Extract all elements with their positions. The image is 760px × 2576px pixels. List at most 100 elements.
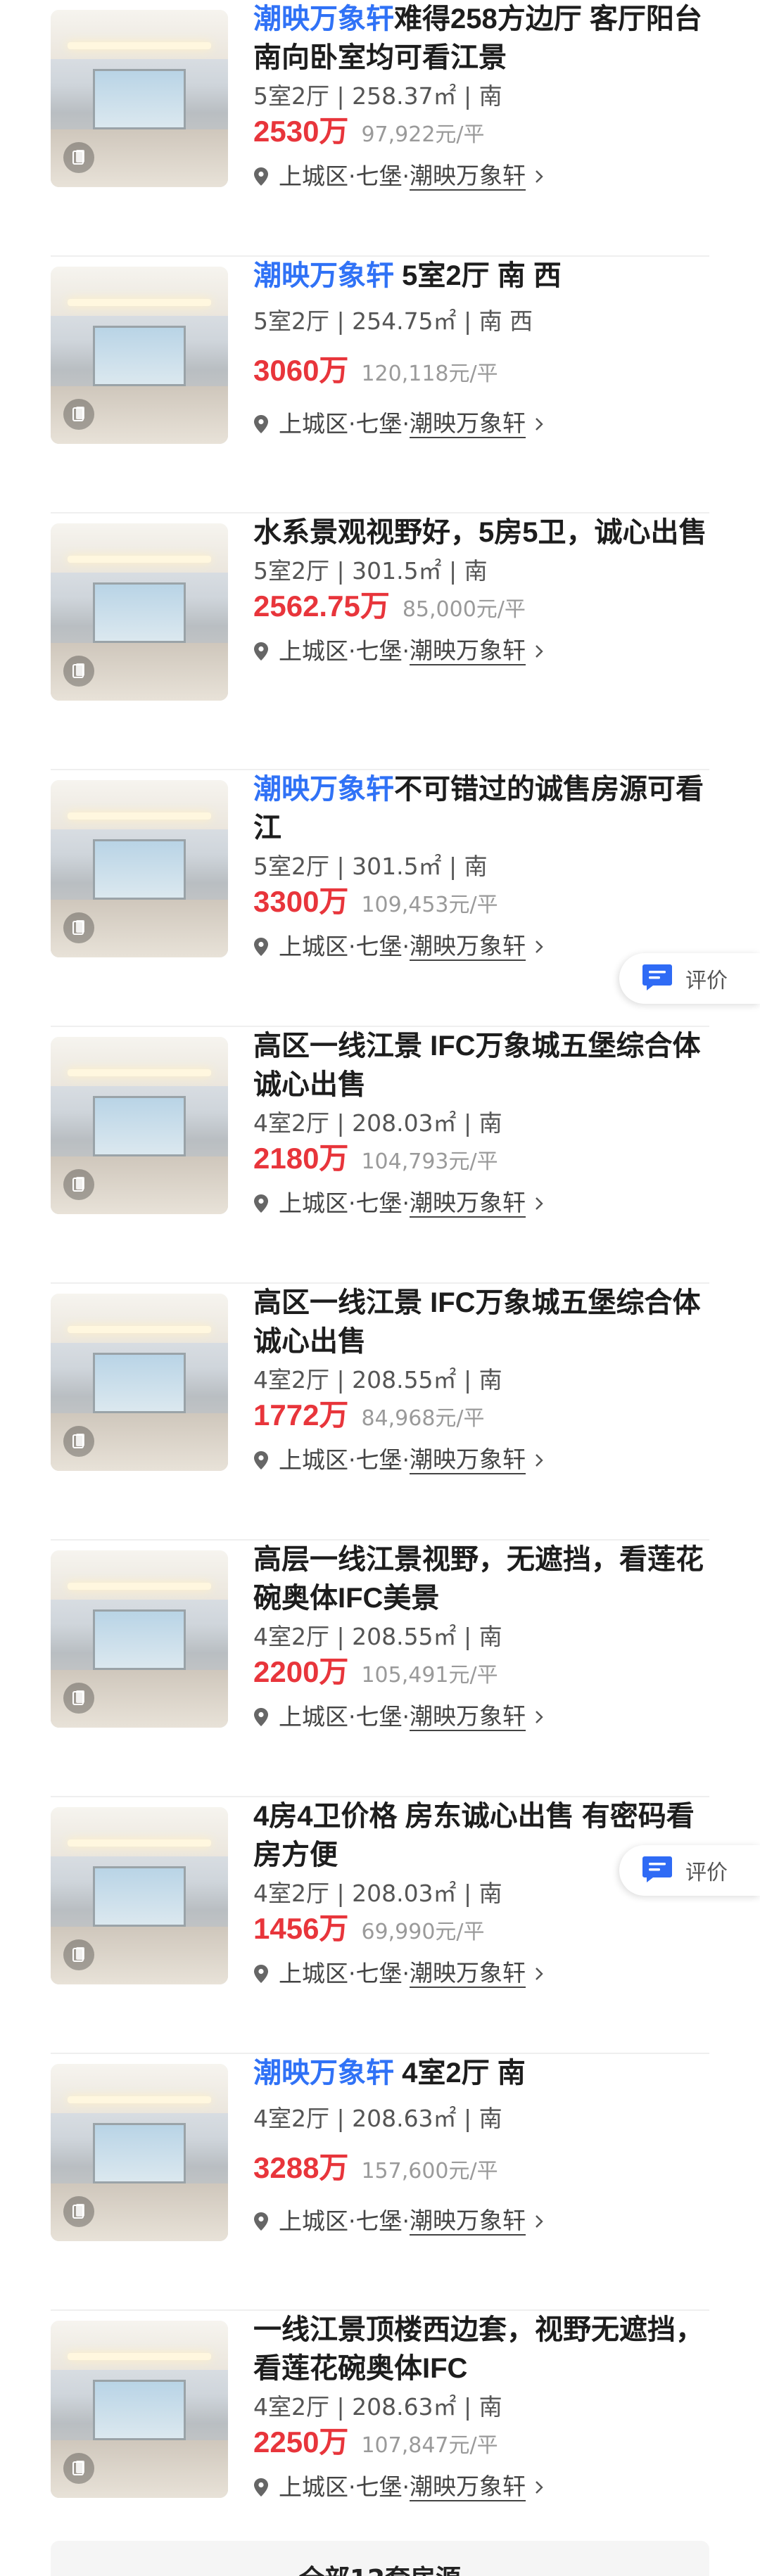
vr-tour-icon <box>63 1939 94 1970</box>
district: 上城区·七堡· <box>279 933 410 960</box>
location-pin-icon <box>253 937 269 957</box>
unit-price: 109,453元/平 <box>361 893 498 917</box>
title-text: 4室2厅 南 <box>394 2058 526 2089</box>
listing-specs: 5室2厅 | 258.37㎡ | 南 <box>253 82 502 110</box>
listing-specs: 4室2厅 | 208.03㎡ | 南 <box>253 1109 502 1137</box>
listing-card[interactable]: 潮映万象轩 5室2厅 南 西 5室2厅 | 254.75㎡ | 南 西 3060… <box>51 257 709 514</box>
location-pin-icon <box>253 1964 269 1984</box>
listing-title[interactable]: 水系景观视野好，5房5卫，诚心出售 <box>253 514 709 552</box>
community-link[interactable]: 潮映万象轩 <box>409 637 526 665</box>
listing-card[interactable]: 潮映万象轩不可错过的诚售房源可看江 5室2厅 | 301.5㎡ | 南 3300… <box>51 770 709 1027</box>
district: 上城区·七堡· <box>279 2207 410 2235</box>
listing-card[interactable]: 高层一线江景视野，无遮挡，看莲花碗奥体IFC美景 4室2厅 | 208.55㎡ … <box>51 1541 709 1797</box>
comment-icon <box>642 963 673 994</box>
district: 上城区·七堡· <box>279 162 410 190</box>
title-text: 5室2厅 南 西 <box>394 260 562 291</box>
chevron-right-icon <box>534 169 544 184</box>
vr-tour-icon <box>63 2453 94 2484</box>
listing-photo[interactable] <box>51 1550 228 1728</box>
vr-tour-icon <box>63 1683 94 1714</box>
listing-card[interactable]: 高区一线江景 IFC万象城五堡综合体 诚心出售 4室2厅 | 208.03㎡ |… <box>51 1027 709 1284</box>
listing-card[interactable]: 潮映万象轩 4室2厅 南 4室2厅 | 208.63㎡ | 南 3288万 157… <box>51 2054 709 2311</box>
total-price: 2250万 <box>253 2425 349 2459</box>
listing-photo[interactable] <box>51 267 228 444</box>
listing-title[interactable]: 高区一线江景 IFC万象城五堡综合体 诚心出售 <box>253 1027 709 1104</box>
title-text: 一线江景顶楼西边套，视野无遮挡，看莲花碗奥体IFC <box>253 2314 704 2384</box>
location-pin-icon <box>253 414 269 434</box>
listing-card[interactable]: 一线江景顶楼西边套，视野无遮挡，看莲花碗奥体IFC 4室2厅 | 208.63㎡… <box>51 2311 709 2536</box>
total-price: 2562.75万 <box>253 589 390 623</box>
comment-icon <box>642 1855 673 1886</box>
review-button[interactable]: 评价 <box>619 1845 760 1896</box>
location-pin-icon <box>253 2212 269 2231</box>
community-link[interactable]: 潮映万象轩 <box>409 2473 526 2501</box>
listing-title[interactable]: 潮映万象轩 5室2厅 南 西 <box>253 257 709 295</box>
title-text: 高层一线江景视野，无遮挡，看莲花碗奥体IFC美景 <box>253 1544 704 1614</box>
listing-photo[interactable] <box>51 780 228 957</box>
listing-card[interactable]: 4房4卫价格 房东诚心出售 有密码看房方便 4室2厅 | 208.03㎡ | 南… <box>51 1797 709 2054</box>
listing-card[interactable]: 水系景观视野好，5房5卫，诚心出售 5室2厅 | 301.5㎡ | 南 2562… <box>51 514 709 770</box>
chevron-right-icon <box>534 939 544 955</box>
review-button-label: 评价 <box>685 1861 728 1885</box>
chevron-right-icon <box>534 2214 544 2229</box>
vr-tour-icon <box>63 912 94 943</box>
location-row[interactable]: 上城区·七堡· 潮映万象轩 <box>253 635 709 668</box>
vr-tour-icon <box>63 2196 94 2227</box>
vr-tour-icon <box>63 142 94 173</box>
district: 上城区·七堡· <box>279 1190 410 1217</box>
chevron-right-icon <box>534 644 544 659</box>
location-row[interactable]: 上城区·七堡· 潮映万象轩 <box>253 1957 709 1991</box>
listing-specs: 4室2厅 | 208.55㎡ | 南 <box>253 1366 502 1394</box>
community-link[interactable]: 潮映万象轩 <box>409 1703 526 1731</box>
unit-price: 120,118元/平 <box>361 362 498 386</box>
review-button[interactable]: 评价 <box>619 953 760 1004</box>
community-link[interactable]: 潮映万象轩 <box>409 1446 526 1474</box>
listing-card[interactable]: 高区一线江景 IFC万象城五堡综合体 诚心出售 4室2厅 | 208.55㎡ |… <box>51 1284 709 1541</box>
listing-title[interactable]: 高区一线江景 IFC万象城五堡综合体 诚心出售 <box>253 1284 709 1361</box>
location-row[interactable]: 上城区·七堡· 潮映万象轩 <box>253 2205 709 2238</box>
community-link[interactable]: 潮映万象轩 <box>409 162 526 191</box>
community-link[interactable]: 潮映万象轩 <box>409 1960 526 1988</box>
chevron-right-icon <box>534 416 544 432</box>
location-row[interactable]: 上城区·七堡· 潮映万象轩 <box>253 1187 709 1220</box>
listing-card[interactable]: 潮映万象轩难得258方边厅 客厅阳台南向卧室均可看江景 5室2厅 | 258.3… <box>51 0 709 257</box>
location-row[interactable]: 上城区·七堡· 潮映万象轩 <box>253 2470 709 2504</box>
title-highlight: 潮映万象轩 <box>253 4 394 34</box>
vr-tour-icon <box>63 1169 94 1200</box>
listing-title[interactable]: 一线江景顶楼西边套，视野无遮挡，看莲花碗奥体IFC <box>253 2311 709 2388</box>
view-all-listings-button[interactable]: 全部12套房源 <box>51 2541 709 2576</box>
title-highlight: 潮映万象轩 <box>253 2058 394 2089</box>
listing-title[interactable]: 潮映万象轩不可错过的诚售房源可看江 <box>253 770 709 848</box>
listing-specs: 4室2厅 | 208.63㎡ | 南 <box>253 2105 502 2132</box>
district: 上城区·七堡· <box>279 1703 410 1730</box>
listing-photo[interactable] <box>51 2321 228 2498</box>
total-price: 3288万 <box>253 2151 349 2184</box>
community-link[interactable]: 潮映万象轩 <box>409 1190 526 1218</box>
listing-photo[interactable] <box>51 10 228 187</box>
listing-title[interactable]: 高层一线江景视野，无遮挡，看莲花碗奥体IFC美景 <box>253 1541 709 1618</box>
vr-tour-icon <box>63 656 94 687</box>
listing-photo[interactable] <box>51 1807 228 1984</box>
location-pin-icon <box>253 1450 269 1470</box>
chevron-right-icon <box>534 1966 544 1982</box>
listing-photo[interactable] <box>51 2064 228 2241</box>
listing-photo[interactable] <box>51 1037 228 1214</box>
view-all-label: 全部12套房源 <box>299 2565 461 2576</box>
community-link[interactable]: 潮映万象轩 <box>409 2207 526 2236</box>
total-price: 3300万 <box>253 885 349 918</box>
listing-photo[interactable] <box>51 523 228 701</box>
location-row[interactable]: 上城区·七堡· 潮映万象轩 <box>253 160 709 193</box>
location-pin-icon <box>253 167 269 186</box>
location-row[interactable]: 上城区·七堡· 潮映万象轩 <box>253 407 709 441</box>
community-link[interactable]: 潮映万象轩 <box>409 933 526 961</box>
location-row[interactable]: 上城区·七堡· 潮映万象轩 <box>253 1700 709 1734</box>
community-link[interactable]: 潮映万象轩 <box>409 410 526 438</box>
unit-price: 97,922元/平 <box>361 122 485 147</box>
total-price: 2180万 <box>253 1142 349 1175</box>
listing-title[interactable]: 潮映万象轩难得258方边厅 客厅阳台南向卧室均可看江景 <box>253 0 709 77</box>
listing-title[interactable]: 潮映万象轩 4室2厅 南 <box>253 2054 709 2093</box>
listing-photo[interactable] <box>51 1294 228 1471</box>
listing-specs: 5室2厅 | 301.5㎡ | 南 <box>253 557 488 585</box>
location-row[interactable]: 上城区·七堡· 潮映万象轩 <box>253 1443 709 1477</box>
chevron-right-icon <box>534 1196 544 1211</box>
